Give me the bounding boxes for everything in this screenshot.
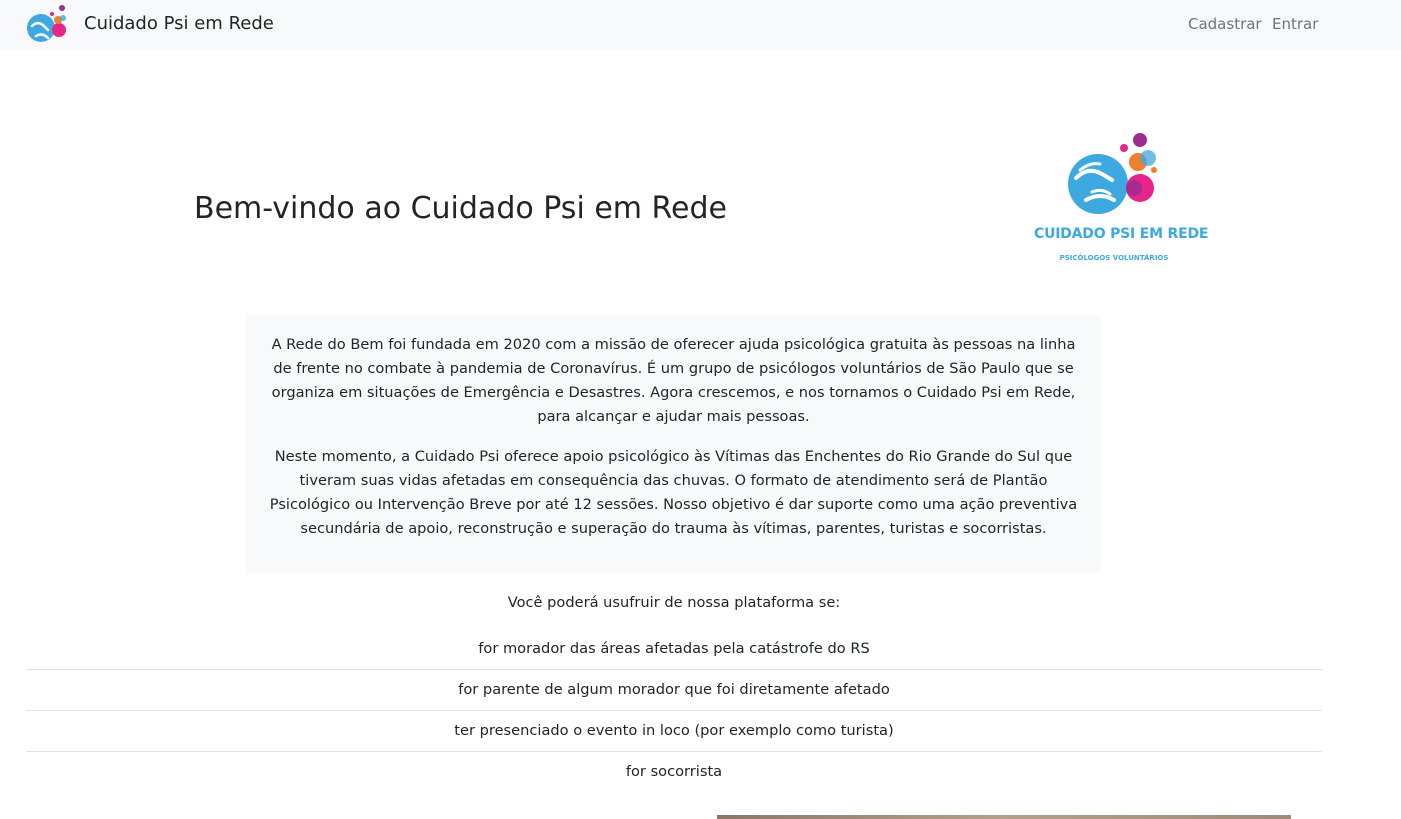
- eligibility-intro: Você poderá usufruir de nossa plataforma…: [507, 594, 841, 611]
- list-item: for morador das áreas afetadas pela catá…: [26, 629, 1322, 670]
- nav-link-cadastrar[interactable]: Cadastrar: [1188, 14, 1262, 34]
- page-title: Bem-vindo ao Cuidado Psi em Rede: [194, 191, 727, 226]
- list-item: for parente de algum morador que foi dir…: [26, 670, 1322, 711]
- hero-logo: CUIDADO PSI EM REDE PSICÓLOGOS VOLUNTÁRI…: [1034, 130, 1209, 270]
- navbar: Cuidado Psi em Rede Cadastrar Entrar: [0, 0, 1401, 50]
- eligibility-list: for morador das áreas afetadas pela catá…: [26, 629, 1322, 792]
- logo-title-text: CUIDADO PSI EM REDE: [1034, 226, 1209, 242]
- nav-link-entrar[interactable]: Entrar: [1272, 14, 1318, 34]
- list-item: for socorrista: [625, 763, 723, 780]
- hands-bubbles-logo-icon: [1068, 133, 1157, 214]
- logo-subtitle-text: PSICÓLOGOS VOLUNTÁRIOS: [1059, 254, 1169, 262]
- about-section: A Rede do Bem foi fundada em 2020 com a …: [246, 315, 1101, 573]
- brand-name-link[interactable]: Cuidado Psi em Rede: [84, 12, 274, 36]
- list-item: ter presenciado o evento in loco (por ex…: [26, 711, 1322, 752]
- about-paragraph: A Rede do Bem foi fundada em 2020 com a …: [271, 336, 1076, 425]
- about-paragraph: Neste momento, a Cuidado Psi oferece apo…: [269, 448, 1078, 537]
- brand-logo-icon[interactable]: [26, 4, 70, 46]
- partial-image: [717, 815, 1291, 819]
